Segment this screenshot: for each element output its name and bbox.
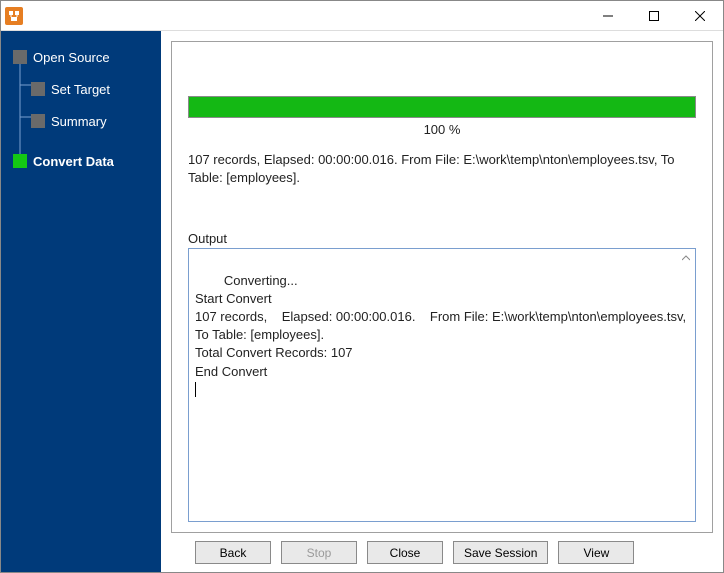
sidebar-item-label: Open Source [33,50,110,65]
app-icon [5,7,23,25]
main-panel: 100 % 107 records, Elapsed: 00:00:00.016… [161,31,723,572]
progress-bar [188,96,696,118]
minimize-button[interactable] [585,1,631,30]
close-wizard-button[interactable]: Close [367,541,443,564]
window-controls [585,1,723,30]
sidebar-item-set-target[interactable]: Set Target [1,75,161,103]
output-content: Converting... Start Convert 107 records,… [195,273,696,379]
stop-button: Stop [281,541,357,564]
progress-fill [189,97,695,117]
sidebar: Open Source Set Target Summary Convert D… [1,31,161,572]
back-button[interactable]: Back [195,541,271,564]
text-caret [195,382,196,397]
save-session-button[interactable]: Save Session [453,541,548,564]
button-row: Back Stop Close Save Session View [171,533,713,566]
step-box-icon [31,82,45,96]
step-box-icon [13,154,27,168]
sidebar-item-summary[interactable]: Summary [1,107,161,135]
sidebar-item-convert-data[interactable]: Convert Data [1,147,161,175]
view-button[interactable]: View [558,541,634,564]
step-box-icon [31,114,45,128]
titlebar-left [1,7,23,25]
titlebar [1,1,723,31]
sidebar-item-open-source[interactable]: Open Source [1,43,161,71]
close-button[interactable] [677,1,723,30]
sidebar-item-label: Set Target [51,82,110,97]
output-textarea[interactable]: Converting... Start Convert 107 records,… [188,248,696,522]
status-text: 107 records, Elapsed: 00:00:00.016. From… [188,151,696,187]
output-label: Output [188,231,696,246]
step-box-icon [13,50,27,64]
progress-percent-label: 100 % [188,122,696,137]
sidebar-item-label: Convert Data [33,154,114,169]
scroll-up-icon[interactable] [679,251,693,265]
maximize-button[interactable] [631,1,677,30]
sidebar-item-label: Summary [51,114,107,129]
content-frame: 100 % 107 records, Elapsed: 00:00:00.016… [171,41,713,533]
